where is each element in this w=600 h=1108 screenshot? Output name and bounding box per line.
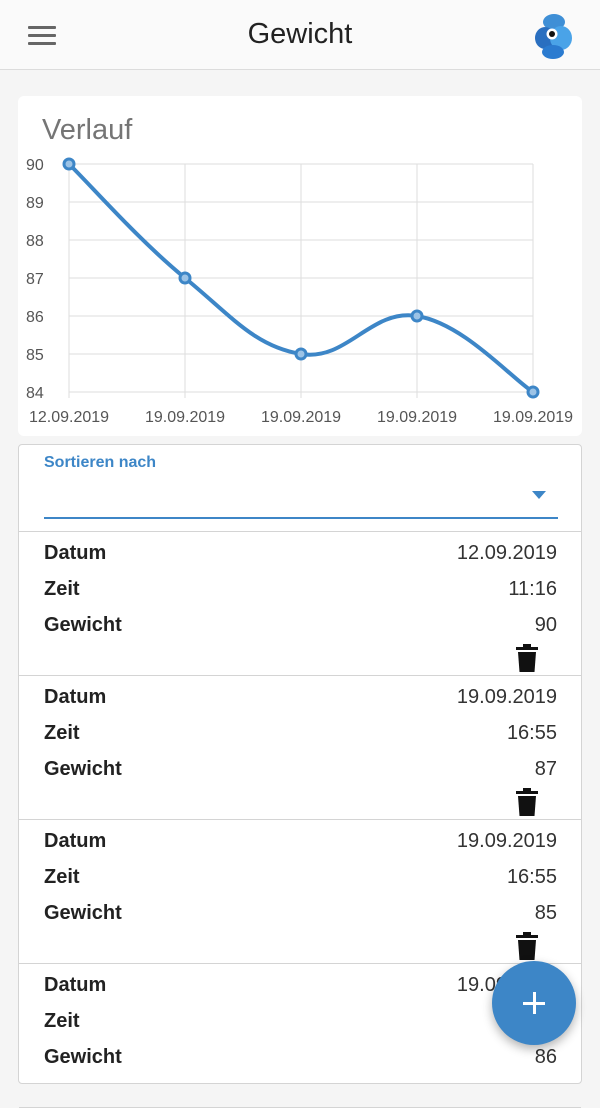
- time-value: 16:55: [506, 722, 557, 744]
- time-value: 11:16: [508, 578, 557, 600]
- entry-date-row: Datum19.09.2019: [44, 974, 557, 1000]
- weight-label: Gewicht: [44, 758, 122, 780]
- y-tick-label: 86: [26, 309, 44, 326]
- add-entry-button[interactable]: [492, 961, 576, 1045]
- time-label: Zeit: [44, 578, 80, 600]
- data-point: [294, 347, 308, 361]
- chart-card: Verlauf 84 85 86 87 88 89 90 12.09.2019 19.09.20…: [18, 96, 582, 436]
- weight-entry: Datum 19.09.2019 Zeit 16:55 Gewicht 87: [19, 676, 581, 820]
- date-label: Datum: [44, 974, 107, 996]
- date-value: 19.09.2019: [456, 686, 557, 708]
- time-label: Zeit: [44, 866, 80, 888]
- x-tick-label: 19.09.2019: [261, 409, 341, 426]
- weight-value: 85: [534, 902, 557, 924]
- time-value: 16:55: [506, 866, 557, 888]
- weight-entry: Datum 19.09.2019 Zeit 16:55 Gewicht 85: [19, 820, 581, 964]
- y-tick-label: 84: [26, 385, 44, 402]
- entry-time-row: Zeit 11:16: [44, 578, 557, 604]
- y-tick-label: 88: [26, 233, 44, 250]
- y-tick-label: 90: [26, 157, 44, 174]
- weight-label: Gewicht: [44, 1046, 122, 1068]
- weight-entry: Datum 12.09.2019 Zeit 11:16 Gewicht 90: [19, 532, 581, 676]
- page-title: Gewicht: [247, 18, 353, 50]
- weight-value: 87: [534, 758, 557, 780]
- date-value: 19.09.2019: [456, 830, 557, 852]
- entry-weight-row: Gewicht 85: [44, 902, 557, 928]
- entry-time-row: Zeit 16:55: [44, 866, 557, 892]
- data-point: [62, 157, 76, 171]
- x-tick-label: 19.09.2019: [377, 409, 457, 426]
- y-tick-label: 85: [26, 347, 44, 364]
- x-tick-label: 19.09.2019: [145, 409, 225, 426]
- sort-select[interactable]: [44, 475, 558, 519]
- entry-weight-row: Gewicht 86: [44, 1046, 557, 1072]
- delete-trash-icon[interactable]: [516, 644, 538, 672]
- weight-value: 86: [534, 1046, 557, 1068]
- date-label: Datum: [44, 542, 107, 564]
- weight-line-chart: 84 85 86 87 88 89 90 12.09.2019 19.09.2019 19.09.…: [26, 157, 573, 426]
- date-label: Datum: [44, 686, 107, 708]
- app-logo-icon: [535, 14, 572, 59]
- time-label: Zeit: [44, 1010, 80, 1032]
- data-point: [410, 309, 424, 323]
- date-label: Datum: [44, 830, 107, 852]
- delete-trash-icon[interactable]: [516, 932, 538, 960]
- entry-time-row: Zeit 16:55: [44, 722, 557, 748]
- time-label: Zeit: [44, 722, 80, 744]
- data-point: [178, 271, 192, 285]
- sort-label: Sortieren nach: [44, 454, 157, 471]
- entry-date-row: Datum 19.09.2019: [44, 830, 557, 856]
- y-tick-label: 89: [26, 195, 44, 212]
- delete-trash-icon[interactable]: [516, 788, 538, 816]
- dropdown-arrow-icon: [532, 491, 546, 499]
- x-tick-label: 12.09.2019: [29, 409, 109, 426]
- entry-time-row: Zeit: [44, 1010, 557, 1036]
- app-bar: Gewicht: [0, 0, 600, 70]
- weight-label: Gewicht: [44, 614, 122, 636]
- entry-weight-row: Gewicht 87: [44, 758, 557, 784]
- weight-label: Gewicht: [44, 902, 122, 924]
- date-value: 12.09.2019: [456, 542, 557, 564]
- x-tick-label: 19.09.2019: [493, 409, 573, 426]
- y-tick-label: 87: [26, 271, 44, 288]
- entry-date-row: Datum 19.09.2019: [44, 686, 557, 712]
- weight-value: 90: [534, 614, 557, 636]
- entry-date-row: Datum 12.09.2019: [44, 542, 557, 568]
- data-point: [526, 385, 540, 399]
- entry-weight-row: Gewicht 90: [44, 614, 557, 640]
